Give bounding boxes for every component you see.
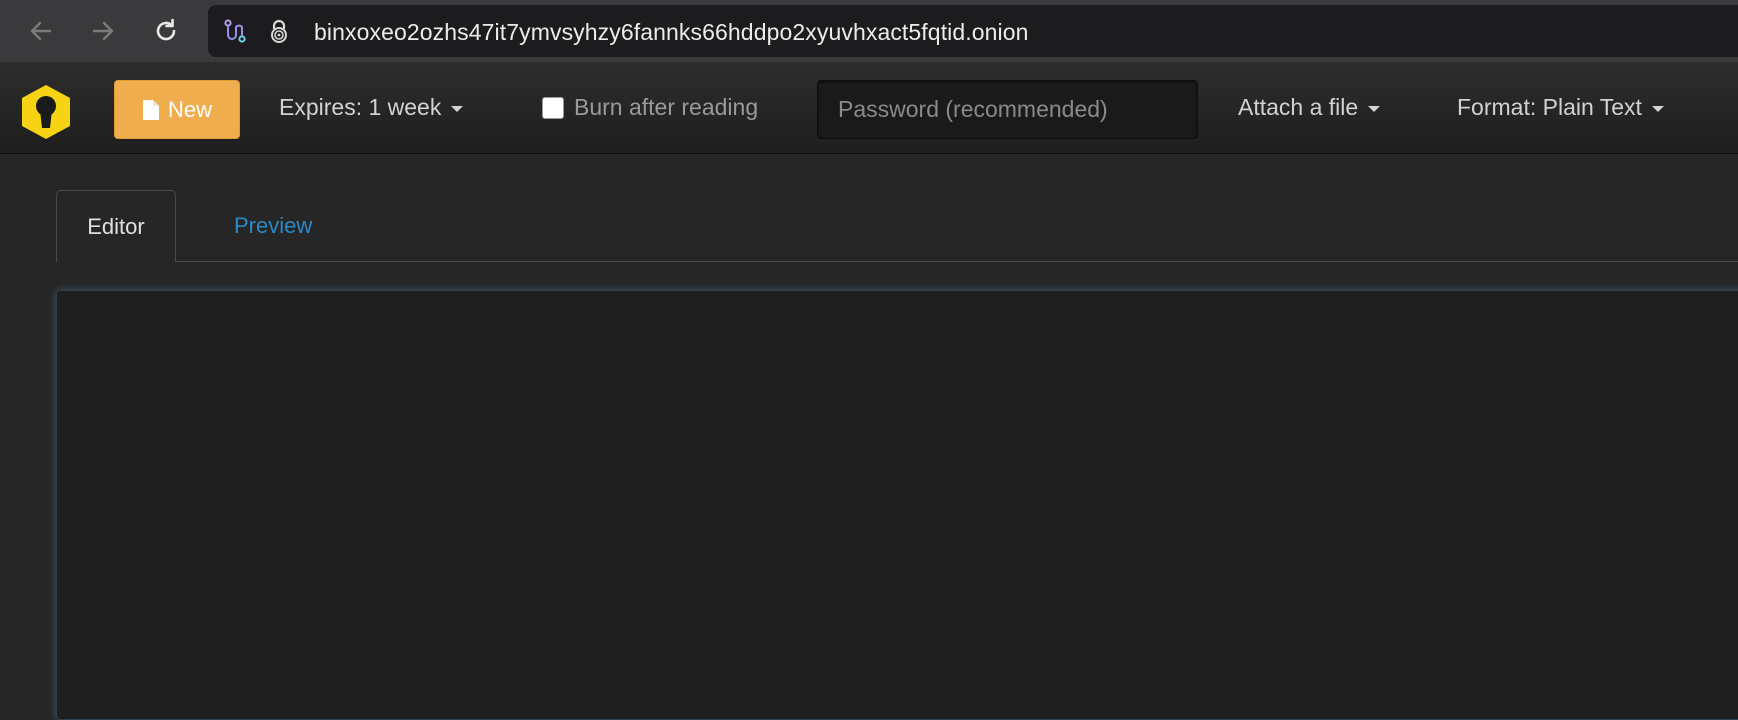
reload-icon xyxy=(156,18,176,41)
reload-button[interactable] xyxy=(145,10,187,52)
tab-preview[interactable]: Preview xyxy=(206,190,340,262)
caret-down-icon xyxy=(1368,105,1381,112)
new-button-label: New xyxy=(167,96,212,122)
format-label: Format: Plain Text xyxy=(1457,94,1642,120)
expires-dropdown[interactable]: Expires: 1 week xyxy=(279,94,464,121)
forward-arrow-icon xyxy=(92,21,114,41)
burn-checkbox[interactable] xyxy=(542,96,564,119)
file-icon xyxy=(142,99,159,120)
tor-circuit-icon[interactable] xyxy=(222,18,248,44)
url-text[interactable]: binxoxeo2ozhs47it7ymvsyhzy6fannks66hddpo… xyxy=(314,19,1029,46)
back-arrow-icon xyxy=(30,21,52,41)
new-paste-button[interactable]: New xyxy=(114,80,240,139)
back-button[interactable] xyxy=(20,10,62,52)
forward-button[interactable] xyxy=(82,10,124,52)
paste-textarea[interactable] xyxy=(56,290,1738,720)
format-dropdown[interactable]: Format: Plain Text xyxy=(1457,94,1664,121)
attach-label: Attach a file xyxy=(1238,94,1359,120)
address-bar[interactable]: binxoxeo2ozhs47it7ymvsyhzy6fannks66hddpo… xyxy=(208,5,1738,57)
tab-editor[interactable]: Editor xyxy=(56,190,176,263)
expires-label: Expires: 1 week xyxy=(279,94,442,120)
browser-toolbar: binxoxeo2ozhs47it7ymvsyhzy6fannks66hddpo… xyxy=(0,0,1738,62)
attach-file-dropdown[interactable]: Attach a file xyxy=(1238,94,1381,121)
password-input[interactable] xyxy=(817,80,1198,139)
burn-after-reading[interactable]: Burn after reading xyxy=(542,94,758,121)
onion-lock-icon[interactable] xyxy=(266,18,292,44)
app-toolbar: New Expires: 1 week Burn after reading A… xyxy=(0,62,1738,154)
keyhole-logo-icon[interactable] xyxy=(16,82,76,142)
caret-down-icon xyxy=(1651,105,1664,112)
burn-label: Burn after reading xyxy=(574,94,759,120)
editor-tabs: Editor Preview xyxy=(56,190,1738,263)
caret-down-icon xyxy=(451,105,464,112)
